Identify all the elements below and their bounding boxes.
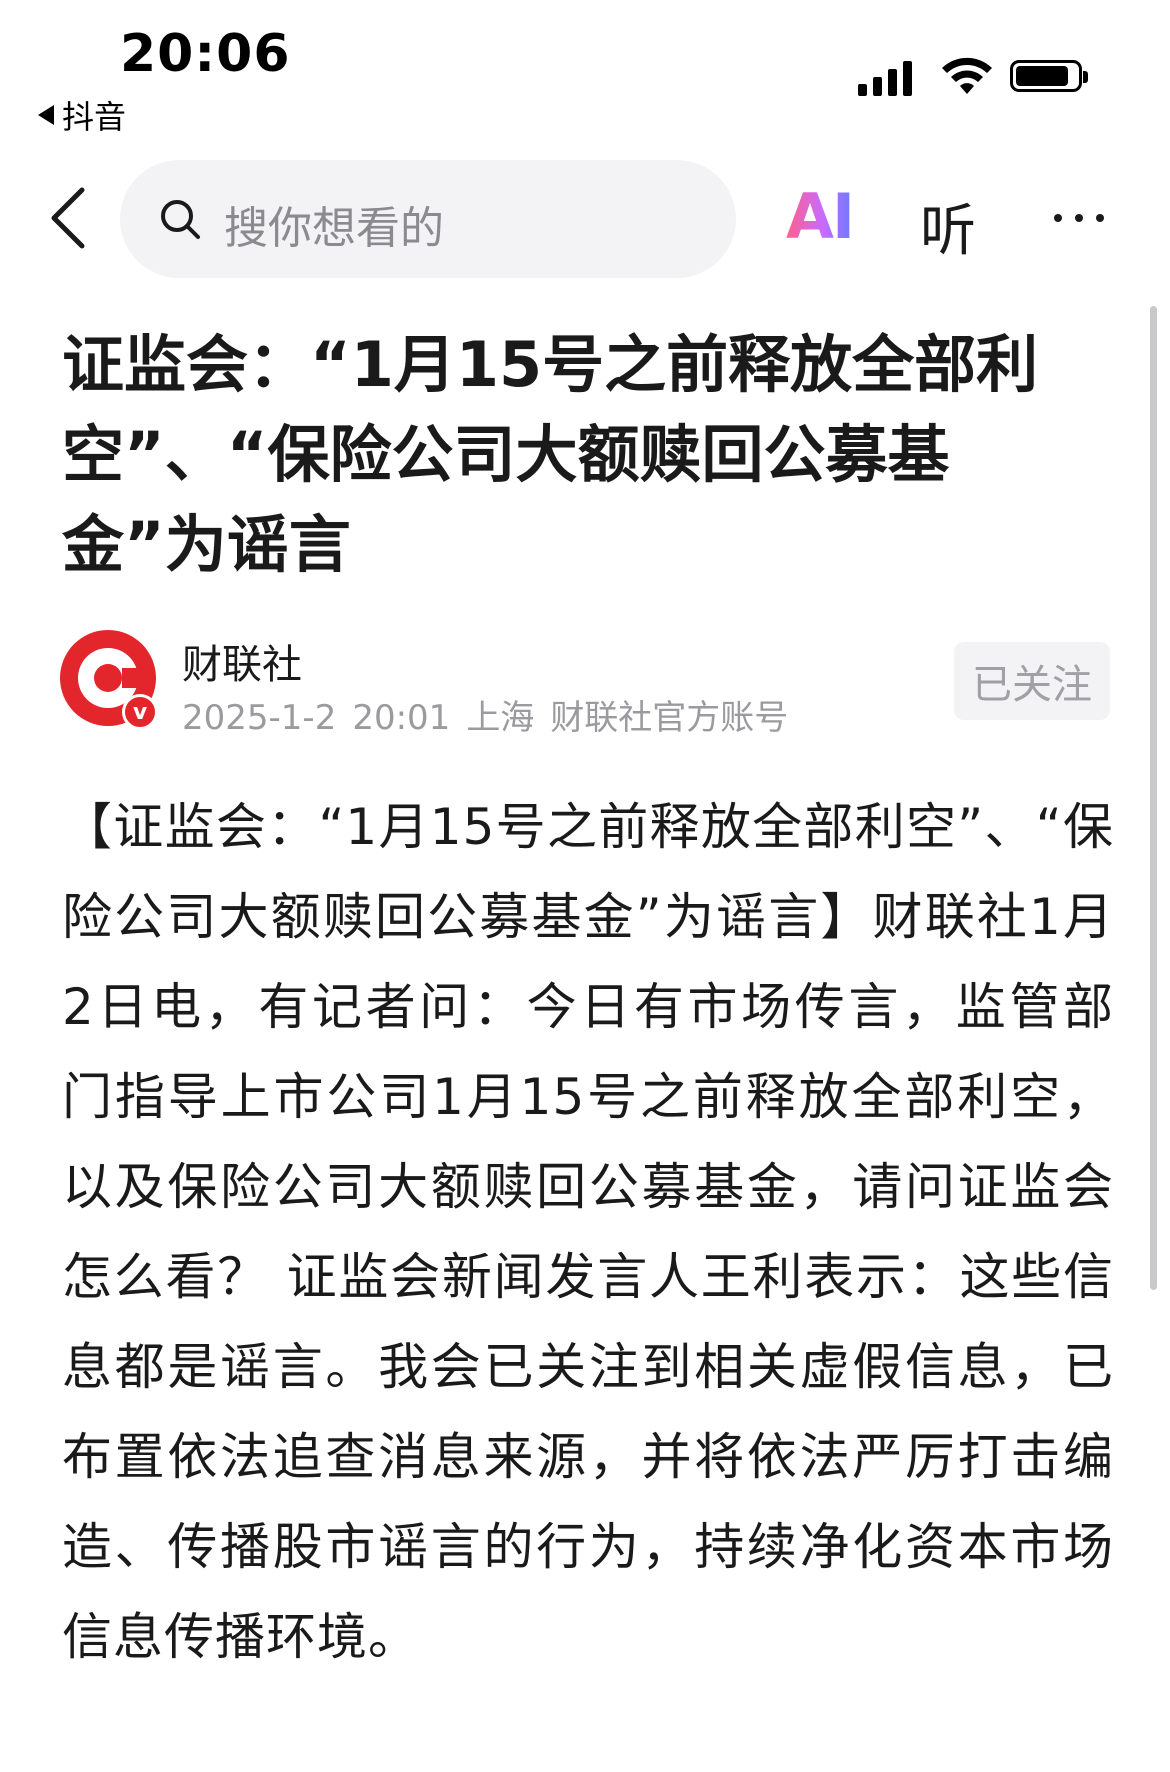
- more-icon[interactable]: [1054, 214, 1104, 222]
- back-to-app-button[interactable]: 抖音: [38, 92, 126, 138]
- search-icon: [161, 200, 200, 239]
- back-app-label: 抖音: [62, 98, 127, 136]
- scrollbar[interactable]: [1150, 306, 1157, 1290]
- publish-location: 上海: [466, 698, 535, 738]
- listen-button[interactable]: 听: [920, 186, 976, 267]
- account-type: 财联社官方账号: [550, 698, 789, 738]
- author-name[interactable]: 财联社: [182, 632, 302, 690]
- publish-time: 20:01: [352, 698, 451, 738]
- back-triangle-icon: [38, 105, 54, 125]
- wifi-icon: [942, 57, 992, 94]
- status-time: 20:06: [120, 24, 291, 84]
- verified-badge-icon: v: [122, 694, 158, 730]
- back-chevron-icon[interactable]: [48, 186, 88, 250]
- ai-button[interactable]: AI: [786, 180, 855, 253]
- search-placeholder: 搜你想看的: [224, 203, 444, 254]
- search-input[interactable]: 搜你想看的: [120, 160, 736, 278]
- article-meta: 2025-1-2 20:01 上海 财联社官方账号: [182, 690, 804, 739]
- article-title: 证监会：“1月15号之前释放全部利空”、“保险公司大额赎回公募基金”为谣言: [62, 328, 1039, 581]
- cellular-signal-icon: [858, 60, 912, 96]
- article-body: 【证监会：“1月15号之前释放全部利空”、“保险公司大额赎回公募基金”为谣言】财…: [62, 798, 1114, 1666]
- battery-icon: [1010, 60, 1088, 92]
- follow-button[interactable]: 已关注: [954, 642, 1110, 720]
- publish-date: 2025-1-2: [182, 698, 337, 738]
